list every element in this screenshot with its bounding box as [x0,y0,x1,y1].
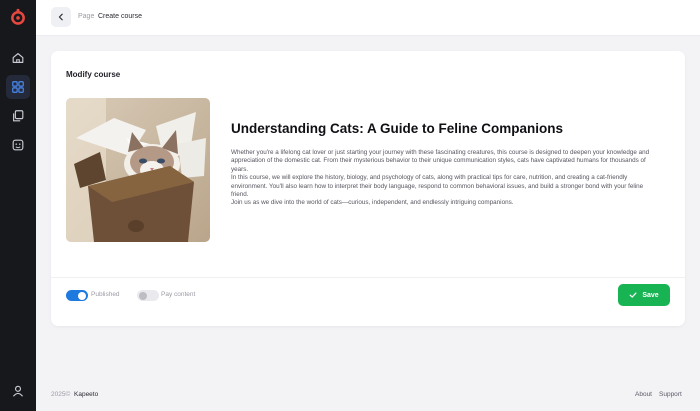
copy-icon [13,110,24,122]
description-paragraph: Whether you're a lifelong cat lover or j… [231,149,650,173]
logo-icon[interactable] [9,8,27,26]
published-toggle[interactable] [66,290,88,301]
home-icon [12,53,24,63]
footer-link-support[interactable]: Support [659,391,682,398]
chevron-left-icon [58,13,63,21]
save-button[interactable]: Save [618,284,670,306]
sidebar-item-profile[interactable] [6,379,30,403]
card-title: Modify course [66,70,121,79]
grid-icon [12,81,24,93]
topbar: Page Create course [36,0,700,36]
pay-content-label: Pay content [161,291,196,298]
save-label: Save [642,291,659,299]
breadcrumb-label: Page [78,13,95,20]
footer-link-about[interactable]: About [635,391,652,398]
course-description: Whether you're a lifelong cat lover or j… [231,149,661,208]
course-card: Modify course Understanding Cats: A Guid… [51,51,685,326]
back-button[interactable] [51,7,71,27]
toggle-knob [138,291,147,300]
breadcrumb-current: Create course [98,13,142,20]
sidebar-item-courses[interactable] [6,75,30,99]
footer-copyright: 2025© [51,391,71,398]
pay-content-toggle[interactable] [137,290,159,301]
description-paragraph: In this course, we will explore the hist… [231,174,644,199]
footer-brand[interactable]: Kapeeto [74,391,98,398]
toggle-knob [78,291,86,300]
published-label: Published [91,291,120,298]
course-image[interactable] [66,98,210,242]
description-paragraph: Join us as we dive into the world of cat… [231,199,514,207]
user-icon [13,385,23,397]
sidebar-item-copy[interactable] [6,104,30,128]
sidebar-item-home[interactable] [6,46,30,70]
sidebar [0,0,36,411]
sidebar-item-face[interactable] [6,133,30,157]
course-title: Understanding Cats: A Guide to Feline Co… [231,121,564,136]
face-icon [12,139,24,151]
check-icon [629,292,637,298]
divider [51,277,685,278]
